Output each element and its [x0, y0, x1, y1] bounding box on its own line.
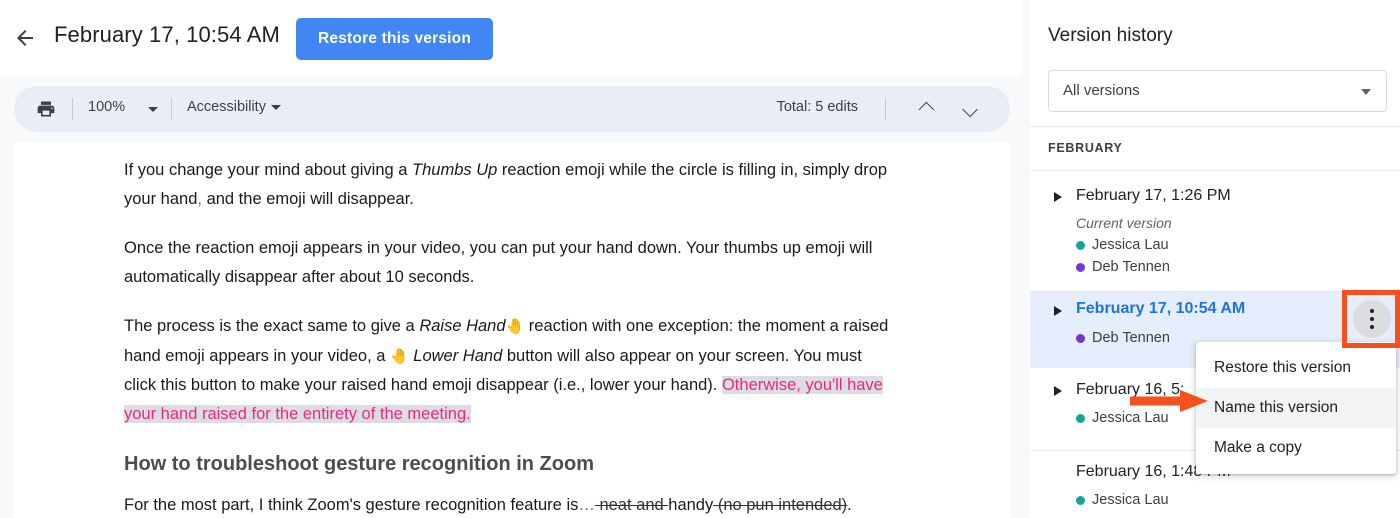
- editor-name: Deb Tennen: [1092, 259, 1170, 275]
- paragraph-4: For the most part, I think Zoom's gestur…: [124, 491, 894, 518]
- p1-emphasis-thumbs-up: Thumbs Up: [412, 161, 498, 179]
- p4-deleted-neat-and: neat and: [594, 496, 669, 514]
- editor-name: Jessica Lau: [1092, 492, 1169, 508]
- paragraph-1: If you change your mind about giving a T…: [124, 156, 894, 213]
- version-editor: Deb Tennen: [1076, 330, 1170, 346]
- version-list-item[interactable]: February 17, 1:26 PM Current version Jes…: [1030, 178, 1400, 284]
- document-page: If you change your mind about giving a T…: [14, 142, 1010, 518]
- panel-divider-1: [1030, 126, 1400, 127]
- editor-name: Jessica Lau: [1092, 237, 1169, 253]
- p3-text-a: The process is the exact same to give a: [124, 317, 420, 335]
- caret-down-icon[interactable]: [148, 107, 158, 112]
- document-area: February 17, 10:54 AM Restore this versi…: [0, 0, 1022, 518]
- version-filter-value: All versions: [1063, 82, 1140, 99]
- toolbar-divider-3: [885, 98, 886, 120]
- p4-deleted-no-pun-intended: (no pun intended): [713, 496, 848, 514]
- version-date: February 17, 10:54 AM: [1076, 300, 1246, 317]
- accessibility-label: Accessibility: [187, 99, 266, 115]
- toolbar-divider-1: [72, 98, 73, 120]
- editor-name: Deb Tennen: [1092, 330, 1170, 346]
- triangle-right-icon[interactable]: [1054, 386, 1062, 396]
- panel-title: Version history: [1048, 25, 1173, 46]
- triangle-right-icon[interactable]: [1054, 192, 1062, 202]
- pointer-arrow-icon: [1130, 389, 1208, 413]
- p4-text-a: For the most part, I think Zoom's gestur…: [124, 496, 579, 514]
- panel-gap: [1022, 0, 1030, 518]
- editor-color-dot: [1076, 413, 1085, 423]
- version-history-screen: February 17, 10:54 AM Restore this versi…: [0, 0, 1400, 518]
- p3-emphasis-raise-hand: Raise Hand: [419, 317, 506, 335]
- editor-color-dot: [1076, 333, 1085, 343]
- paragraph-2: Once the reaction emoji appears in your …: [124, 239, 873, 286]
- version-editor: Jessica Lau: [1076, 237, 1169, 253]
- editor-color-dot: [1076, 495, 1085, 505]
- version-subtitle: Current version: [1076, 215, 1172, 231]
- menu-item-make-a-copy[interactable]: Make a copy: [1196, 428, 1396, 468]
- raised-hand-emoji: 🤚: [390, 347, 409, 365]
- page-title: February 17, 10:54 AM: [54, 22, 280, 47]
- paragraph-3: The process is the exact same to give a …: [124, 312, 894, 428]
- p4-text-b: handy: [668, 496, 714, 514]
- version-context-menu: Restore this version Name this version M…: [1196, 342, 1396, 474]
- toolbar-divider-2: [171, 98, 172, 120]
- zoom-level-label[interactable]: 100%: [88, 99, 125, 115]
- top-bar: February 17, 10:54 AM Restore this versi…: [0, 0, 1022, 76]
- section-heading: How to troubleshoot gesture recognition …: [124, 453, 594, 475]
- version-editor: Jessica Lau: [1076, 492, 1169, 508]
- document-toolbar: 100% Accessibility Total: 5 edits: [14, 86, 1010, 132]
- editor-color-dot: [1076, 262, 1085, 272]
- version-filter-select[interactable]: All versions: [1048, 70, 1387, 112]
- restore-this-version-button[interactable]: Restore this version: [296, 18, 494, 60]
- month-group-label: FEBRUARY: [1048, 141, 1123, 155]
- caret-down-icon: [1361, 89, 1371, 95]
- chevron-up-icon[interactable]: [910, 97, 936, 121]
- document-body: If you change your mind about giving a T…: [124, 156, 894, 518]
- chevron-down-icon[interactable]: [958, 97, 984, 121]
- raised-hand-emoji: 🤚: [505, 318, 525, 335]
- printer-icon[interactable]: [32, 95, 60, 123]
- p1-text-c: and the emoji will disappear.: [201, 189, 414, 208]
- accessibility-menu[interactable]: Accessibility: [187, 99, 281, 115]
- triangle-right-icon[interactable]: [1054, 306, 1062, 316]
- menu-item-name-this-version[interactable]: Name this version: [1196, 388, 1396, 428]
- version-editor: Deb Tennen: [1076, 259, 1170, 275]
- version-options-wrapper: [1342, 290, 1400, 348]
- p3-emphasis-lower-hand: Lower Hand: [413, 346, 503, 365]
- caret-down-icon: [270, 104, 281, 110]
- p1-text-a: If you change your mind about giving a: [124, 161, 413, 179]
- menu-item-restore-this-version[interactable]: Restore this version: [1196, 348, 1396, 388]
- p4-inserted-ellipsis: …: [578, 496, 595, 514]
- editor-color-dot: [1076, 240, 1085, 250]
- back-arrow-icon[interactable]: [8, 21, 42, 55]
- annotation-highlight-box: [1342, 290, 1400, 348]
- total-edits-label: Total: 5 edits: [776, 99, 858, 115]
- panel-divider-2: [1030, 170, 1400, 171]
- p4-text-c: .: [847, 496, 852, 514]
- version-date: February 17, 1:26 PM: [1076, 187, 1231, 204]
